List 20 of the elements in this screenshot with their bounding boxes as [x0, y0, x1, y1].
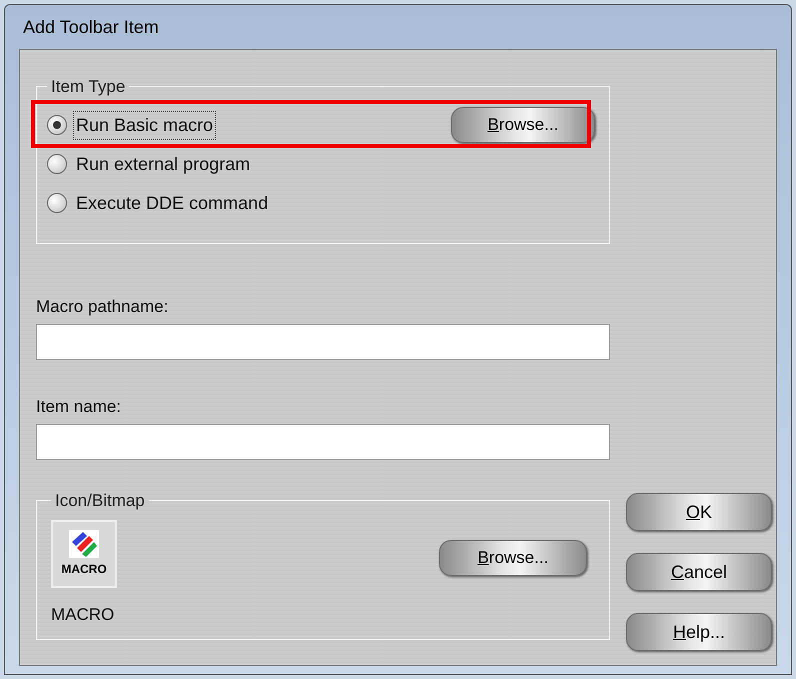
ok-button[interactable]: OK — [626, 493, 772, 531]
macro-icon[interactable]: MACRO — [51, 520, 117, 588]
radio-label[interactable]: Execute DDE command — [73, 188, 272, 218]
help-button[interactable]: Help... — [626, 613, 772, 651]
radio-label[interactable]: Run Basic macro — [73, 110, 216, 140]
radio-button[interactable] — [47, 193, 67, 213]
window-title: Add Toolbar Item — [22, 16, 160, 38]
radio-button[interactable] — [47, 154, 67, 174]
radio-button[interactable] — [47, 115, 67, 135]
field-label: Macro pathname: — [36, 296, 170, 318]
group-legend: Item Type — [47, 74, 130, 100]
field-label: Item name: — [36, 396, 122, 418]
cancel-button[interactable]: Cancel — [626, 553, 772, 591]
browse-button[interactable]: Browse... — [439, 540, 587, 576]
radio-label[interactable]: Run external program — [73, 150, 254, 178]
icon-name: MACRO — [51, 604, 116, 626]
text-field[interactable] — [36, 424, 610, 460]
text-field[interactable] — [36, 324, 610, 360]
group-legend: Icon/Bitmap — [51, 488, 149, 514]
browse-button[interactable]: Browse... — [451, 107, 595, 143]
